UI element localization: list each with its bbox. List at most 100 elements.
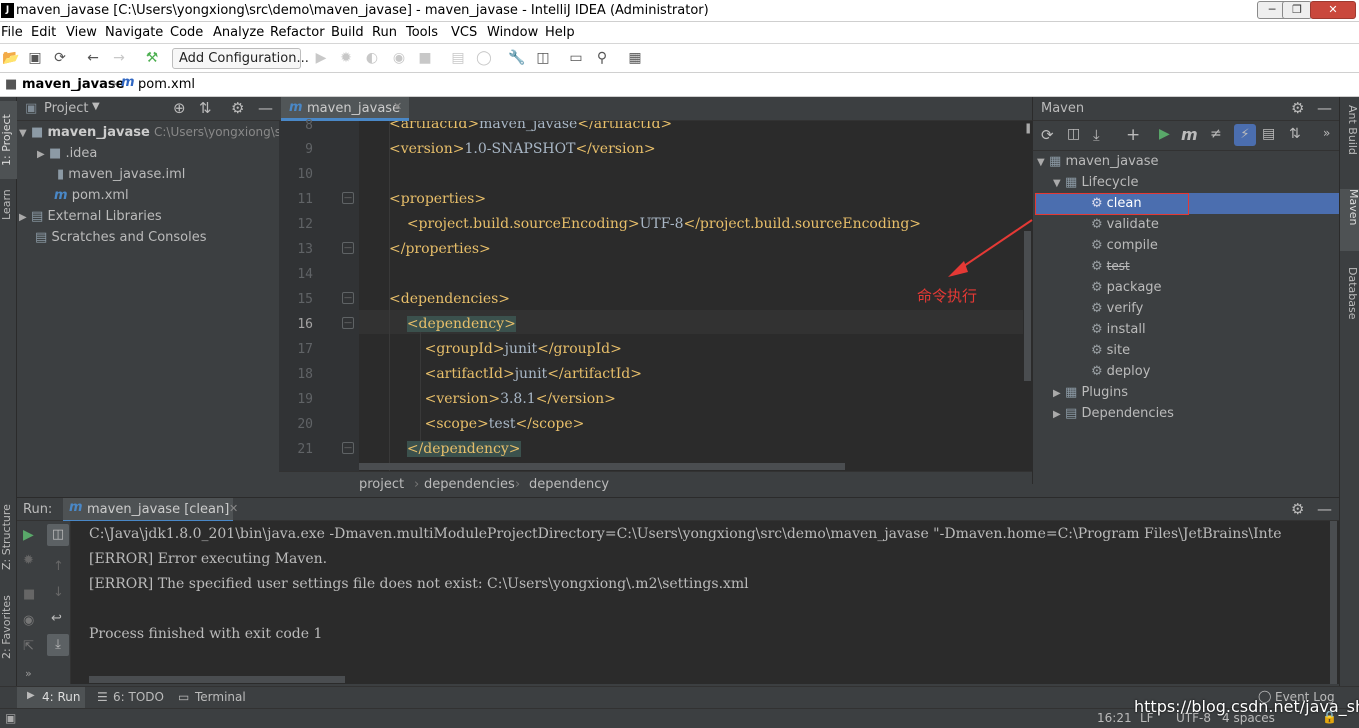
menu-build[interactable]: Build [331,25,364,40]
camera-icon[interactable]: ◉ [23,613,34,628]
database-tool-tab[interactable]: Database [1342,267,1359,347]
menu-code[interactable]: Code [170,25,203,40]
menu-refactor[interactable]: Refactor [270,25,325,40]
crumb-project[interactable]: project [359,477,404,492]
stop-icon[interactable]: ■ [417,50,433,66]
plugins-icon[interactable]: ▦ [627,50,643,66]
breadcrumb-file[interactable]: pom.xml [138,77,195,92]
generate-sources-icon[interactable]: ◫ [1067,126,1080,142]
search-icon[interactable]: ⚲ [594,50,610,66]
goal-test[interactable]: ⚙ test [1091,256,1130,277]
more-icon[interactable]: » [1323,126,1330,140]
skip-tests-icon[interactable]: ⚡ [1234,124,1256,146]
run-icon[interactable]: ▶ [1159,126,1170,142]
goal-validate[interactable]: ⚙ validate [1091,214,1159,235]
project-panel-title[interactable]: Project [44,101,88,116]
tree-item-iml[interactable]: ▮ maven_javase.iml [57,164,185,185]
learn-tool-tab[interactable]: Learn [0,185,17,225]
run-console[interactable] [71,521,1339,684]
goal-clean[interactable]: ⚙ clean [1091,193,1142,214]
download-icon[interactable]: ⤓ [1093,126,1100,144]
menu-tools[interactable]: Tools [406,25,438,40]
show-dependencies-icon[interactable]: ▤ [1262,126,1275,142]
crumb-dependency[interactable]: dependency [529,477,609,492]
favorites-tool-tab[interactable]: 2: Favorites [0,587,17,667]
menu-run[interactable]: Run [372,25,397,40]
menu-file[interactable]: File [1,25,23,40]
maximize-button[interactable]: ❐ [1282,1,1312,19]
caret-position[interactable]: 16:21 [1097,711,1132,725]
back-icon[interactable]: ← [85,50,101,66]
terminal-window-icon[interactable]: ▭ [568,50,584,66]
status-toggle-icon[interactable]: ▣ [5,711,16,725]
menu-window[interactable]: Window [487,25,538,40]
debug-icon[interactable]: ✹ [338,50,354,66]
profile-icon[interactable]: ◉ [391,50,407,66]
export-icon[interactable]: ⇱ [23,639,34,654]
hide-icon[interactable]: — [258,99,273,117]
locate-icon[interactable]: ⊕ [173,99,186,117]
open-folder-icon[interactable]: 📂 [2,50,19,66]
console-vertical-scrollbar[interactable] [1330,521,1337,684]
tree-item-external-libraries[interactable]: ▶ ▤ External Libraries [19,206,162,227]
stop-icon[interactable]: ■ [23,587,35,602]
hide-icon[interactable]: — [1317,99,1332,117]
console-horizontal-scrollbar[interactable] [89,676,345,683]
close-window-button[interactable]: ✕ [1310,1,1356,19]
collapse-all-icon[interactable]: ⇅ [1289,126,1301,142]
coverage-icon[interactable]: ◐ [364,50,380,66]
goal-package[interactable]: ⚙ package [1091,277,1162,298]
lifecycle-node[interactable]: ▼ ▦ Lifecycle [1053,172,1138,193]
maven-tool-tab[interactable]: Maven [1340,189,1359,251]
horizontal-scrollbar[interactable] [359,463,845,470]
tree-item-root[interactable]: ▼ ■ maven_javase C:\Users\yongxiong\src\ [19,122,279,143]
up-icon[interactable]: ↑ [53,559,64,574]
tree-item-scratches[interactable]: ▤ Scratches and Consoles [35,227,207,248]
goal-install[interactable]: ⚙ install [1091,319,1146,340]
collapse-icon[interactable]: ⇅ [199,99,212,117]
maven-project-node[interactable]: ▼ ▦ maven_javase [1037,151,1159,172]
save-icon[interactable]: ▣ [27,50,43,66]
rerun-icon[interactable]: ▶ [23,527,34,543]
structure-tool-tab[interactable]: Z: Structure [0,497,17,577]
fold-marker-icon[interactable]: — [342,242,354,254]
run-icon[interactable]: ▶ [313,50,329,66]
debug-icon[interactable]: ✹ [23,553,34,568]
menu-navigate[interactable]: Navigate [105,25,163,40]
run-tool-tab[interactable]: ▶ 4: Run [17,687,85,708]
menu-edit[interactable]: Edit [31,25,56,40]
chevron-down-icon[interactable]: ▼ [92,101,100,112]
add-configuration-button[interactable]: Add Configuration... [172,48,309,69]
history-icon[interactable]: ◯ [476,50,492,66]
settings-wrench-icon[interactable]: 🔧 [508,50,525,66]
gear-icon[interactable]: ⚙ [1291,99,1304,117]
menu-help[interactable]: Help [545,25,575,40]
run-tab[interactable]: m maven_javase [clean] [63,498,233,522]
fold-marker-icon[interactable]: — [342,317,354,329]
gear-icon[interactable]: ⚙ [1291,500,1304,518]
forward-icon[interactable]: → [111,50,127,66]
menu-vcs[interactable]: VCS [451,25,477,40]
fold-marker-icon[interactable]: — [342,292,354,304]
dependencies-node[interactable]: ▶ ▤ Dependencies [1053,403,1174,424]
goal-site[interactable]: ⚙ site [1091,340,1130,361]
fold-marker-icon[interactable]: — [342,192,354,204]
reload-icon[interactable]: ⟳ [1041,126,1054,144]
update-icon[interactable]: ▤ [450,50,466,66]
add-icon[interactable]: + [1126,125,1140,145]
menu-view[interactable]: View [66,25,97,40]
project-structure-icon[interactable]: ◫ [535,50,551,66]
soft-wrap-icon[interactable]: ↩ [51,611,62,626]
project-tool-tab[interactable]: 1: Project [0,101,17,179]
goal-compile[interactable]: ⚙ compile [1091,235,1158,256]
hide-icon[interactable]: — [1317,500,1332,518]
tree-item-idea[interactable]: ▶ ■ .idea [37,143,97,164]
maven-goal-icon[interactable]: m [1181,125,1198,144]
goal-deploy[interactable]: ⚙ deploy [1091,361,1150,382]
plugins-node[interactable]: ▶ ▦ Plugins [1053,382,1128,403]
menu-analyze[interactable]: Analyze [213,25,264,40]
down-icon[interactable]: ↓ [53,585,64,600]
close-tab-icon[interactable]: ✕ [229,502,238,515]
gear-icon[interactable]: ⚙ [231,99,244,117]
fold-marker-icon[interactable]: — [342,442,354,454]
